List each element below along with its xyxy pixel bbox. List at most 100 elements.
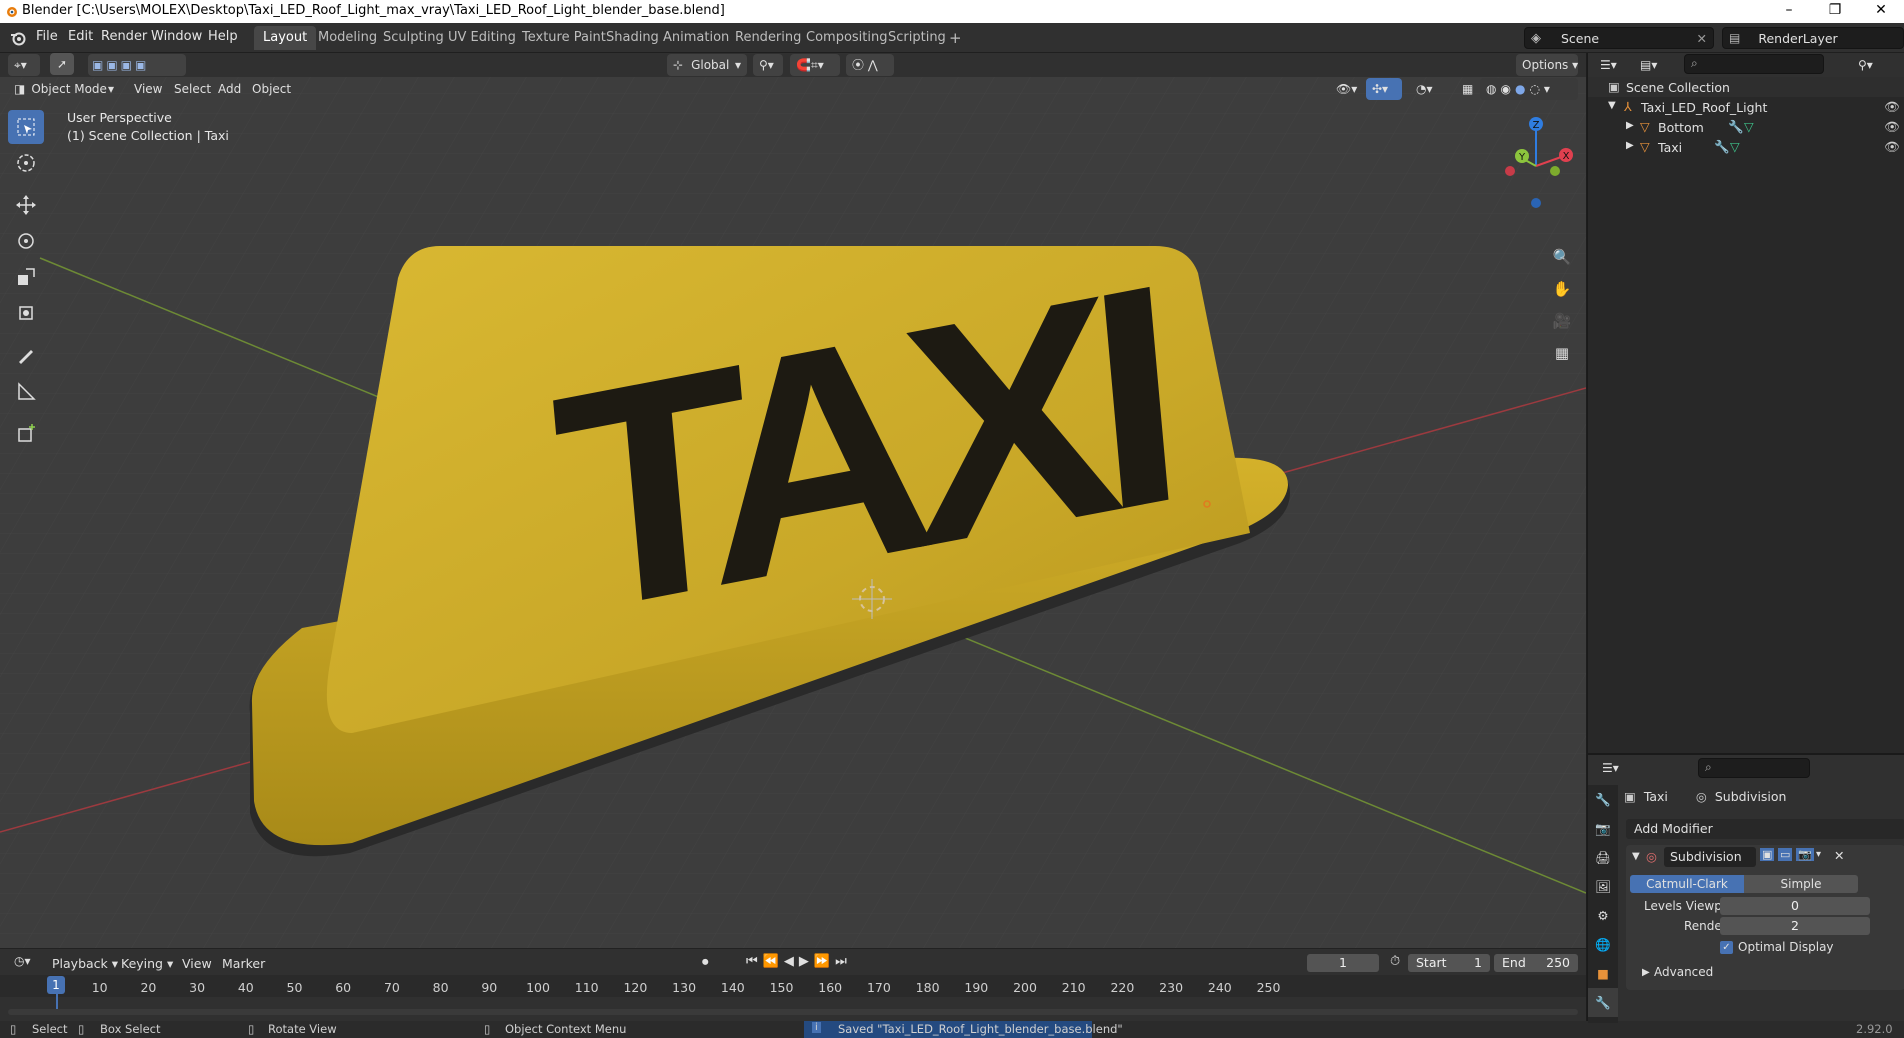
editor-type-button[interactable]: ⌖▾ — [8, 54, 40, 76]
proportional-editing-button[interactable]: ⦿ ⋀ — [846, 54, 894, 76]
jump-end-icon[interactable]: ⏭ — [835, 954, 852, 969]
add-cube-tool-icon[interactable] — [8, 416, 44, 450]
playhead[interactable]: 1 — [47, 976, 65, 994]
camera-view-icon[interactable]: 🎥 — [1548, 307, 1576, 335]
object-mode-dropdown[interactable]: ◨ Object Mode ▾ — [8, 78, 120, 100]
render-levels-field[interactable]: 2 — [1720, 917, 1870, 935]
advanced-subpanel[interactable]: Advanced — [1654, 965, 1713, 979]
viewport-menu-add[interactable]: Add — [212, 78, 247, 100]
outliner-row-bottom[interactable]: ▶ ▽ Bottom 🔧 ▽ 👁 — [1588, 117, 1904, 137]
menu-window[interactable]: Window — [151, 29, 202, 44]
zoom-view-icon[interactable]: 🔍 — [1548, 243, 1576, 271]
outliner-row-taxi-led-roof-light[interactable]: ▼ ⅄ Taxi_LED_Roof_Light 👁 — [1588, 97, 1904, 117]
properties-editor[interactable]: ☰▾ ⌕ 🔧 📷 🖨 🖼 ⚙ 🌐 ■ 🔧 ▣ Taxi ◎ Subdivisio… — [1587, 753, 1904, 1023]
catmull-clark-option[interactable]: Catmull-Clark — [1630, 875, 1744, 893]
record-keyframe-icon[interactable]: ⏺ — [702, 955, 709, 970]
stopwatch-icon[interactable]: ⏱ — [1390, 954, 1400, 969]
outliner-search-input[interactable]: ⌕ — [1684, 54, 1824, 74]
play-icon[interactable]: ▶ — [799, 954, 814, 969]
tab-layout[interactable]: Layout — [254, 26, 317, 50]
properties-search-input[interactable]: ⌕ — [1698, 758, 1810, 778]
expand-arrow-icon[interactable]: ▶ — [1626, 140, 1634, 151]
xray-toggle-icon[interactable]: ▦ — [1456, 78, 1474, 100]
render-tab-icon[interactable]: 📷 — [1588, 814, 1618, 843]
play-reverse-icon[interactable]: ◀ — [784, 954, 799, 969]
select-tool-icon[interactable]: ➚ — [50, 53, 74, 75]
overlays-toggle-icon[interactable]: ◔▾ — [1410, 78, 1446, 100]
remove-modifier-icon[interactable]: ✕ — [1834, 848, 1844, 863]
jump-start-icon[interactable]: ⏮ — [746, 954, 763, 969]
render-toggle-icon[interactable]: 📷 — [1796, 848, 1814, 861]
visibility-eye-icon[interactable]: 👁 — [1884, 119, 1900, 135]
outliner-editor-type-icon[interactable]: ☰▾ — [1594, 54, 1626, 76]
viewport-toggle-icon[interactable]: ▭ — [1778, 848, 1793, 861]
edit-mode-toggle-icon[interactable]: ▣ — [1760, 848, 1775, 861]
optimal-display-checkbox[interactable]: ✓ — [1720, 941, 1733, 954]
timeline-menu-marker[interactable]: Marker — [222, 956, 265, 971]
scene-close-icon[interactable]: ✕ — [1697, 31, 1707, 46]
prev-keyframe-icon[interactable]: ⏪ — [763, 954, 784, 969]
transform-orientation-dropdown[interactable]: ⊹ Global ▾ — [667, 54, 747, 76]
advanced-expand-icon[interactable]: ▶ — [1642, 967, 1650, 978]
mesh-data-icon[interactable]: ▽ — [1730, 139, 1740, 154]
selection-mode-buttons[interactable]: ▣▣▣▣ — [88, 54, 186, 76]
collapse-arrow-icon[interactable]: ▼ — [1608, 100, 1616, 111]
output-tab-icon[interactable]: 🖨 — [1588, 843, 1618, 872]
outliner[interactable]: ☰▾ ▤▾ ⌕ ⚲▾ ▣ Scene Collection ▼ ⅄ Taxi_L… — [1587, 53, 1904, 753]
next-keyframe-icon[interactable]: ⏩ — [814, 954, 835, 969]
modifier-menu-icon[interactable]: ▾ — [1816, 849, 1821, 860]
move-tool-icon[interactable] — [8, 188, 44, 222]
modifier-name-input[interactable]: Subdivision — [1664, 847, 1756, 867]
expand-arrow-icon[interactable]: ▶ — [1626, 120, 1634, 131]
scene-tab-icon[interactable]: ⚙ — [1588, 901, 1618, 930]
add-workspace-button[interactable]: + — [940, 26, 971, 50]
mesh-data-icon[interactable]: ▽ — [1744, 119, 1754, 134]
current-frame-field[interactable]: 1 — [1307, 954, 1379, 972]
scale-tool-icon[interactable] — [8, 260, 44, 294]
end-frame-field[interactable]: End 250 — [1494, 954, 1578, 972]
3d-viewport[interactable]: TAXI ⌖▾ ➚ ▣▣▣▣ ⊹ Global ▾ ⚲▾ 🧲⌗▾ ⦿ ⋀ Optio… — [0, 53, 1586, 948]
visibility-eye-icon[interactable]: 👁 — [1884, 139, 1900, 155]
visibility-eye-icon[interactable]: 👁 — [1884, 99, 1900, 115]
outliner-row-scene-collection[interactable]: ▣ Scene Collection — [1588, 77, 1904, 97]
menu-edit[interactable]: Edit — [68, 29, 93, 44]
restore-button[interactable]: ❐ — [1812, 0, 1858, 23]
menu-file[interactable]: File — [36, 29, 58, 44]
tab-uv-editing[interactable]: UV Editing — [439, 26, 525, 50]
panel-collapse-icon[interactable]: ▼ — [1632, 851, 1640, 862]
navigation-gizmo[interactable]: Z X Y — [1498, 108, 1574, 248]
snapping-button[interactable]: 🧲⌗▾ — [790, 54, 840, 76]
transform-tool-icon[interactable] — [8, 296, 44, 330]
world-tab-icon[interactable]: 🌐 — [1588, 930, 1618, 959]
blender-menu-icon[interactable] — [10, 30, 26, 46]
pivot-point-button[interactable]: ⚲▾ — [753, 54, 783, 76]
scene-selector[interactable]: ◈ Scene ✕ — [1524, 27, 1714, 49]
timeline-menu-keying[interactable]: Keying ▾ — [121, 956, 173, 971]
levels-viewport-field[interactable]: 0 — [1720, 897, 1870, 915]
rotate-tool-icon[interactable] — [8, 224, 44, 258]
pan-view-icon[interactable]: ✋ — [1548, 275, 1576, 303]
timeline-scrollbar[interactable] — [8, 1009, 1578, 1015]
cursor-tool-icon[interactable] — [8, 146, 44, 180]
measure-tool-icon[interactable] — [8, 374, 44, 408]
filter-icon[interactable]: ⚲▾ — [1852, 54, 1882, 76]
shading-mode-buttons[interactable]: ◍◉●◌▾ — [1480, 78, 1578, 100]
close-window-button[interactable]: ✕ — [1858, 0, 1904, 23]
timeline-editor[interactable]: ◷▾ Playback ▾ Keying ▾ View Marker ⏺ ⏮ ⏪… — [0, 948, 1586, 1024]
display-mode-icon[interactable]: ▤▾ — [1634, 54, 1666, 76]
outliner-row-taxi[interactable]: ▶ ▽ Taxi 🔧 ▽ 👁 — [1588, 137, 1904, 157]
start-frame-field[interactable]: Start 1 — [1408, 954, 1490, 972]
properties-editor-type-icon[interactable]: ☰▾ — [1596, 757, 1628, 779]
viewport-menu-view[interactable]: View — [128, 78, 168, 100]
menu-help[interactable]: Help — [208, 29, 238, 44]
modifier-tab-icon[interactable]: 🔧 — [1588, 988, 1618, 1017]
tool-tab-icon[interactable]: 🔧 — [1588, 785, 1618, 814]
select-box-tool-icon[interactable] — [8, 110, 44, 144]
menu-render[interactable]: Render — [101, 29, 147, 44]
orthographic-toggle-icon[interactable]: ▦ — [1548, 339, 1576, 367]
add-modifier-dropdown[interactable]: Add Modifier — [1626, 819, 1904, 839]
timeline-editor-type-icon[interactable]: ◷▾ — [8, 950, 40, 972]
visibility-icon[interactable]: 👁▾ — [1330, 78, 1358, 100]
view-layer-selector[interactable]: ▤ RenderLayer — [1722, 27, 1904, 49]
gizmo-toggle-icon[interactable]: ✣▾ — [1366, 78, 1402, 100]
